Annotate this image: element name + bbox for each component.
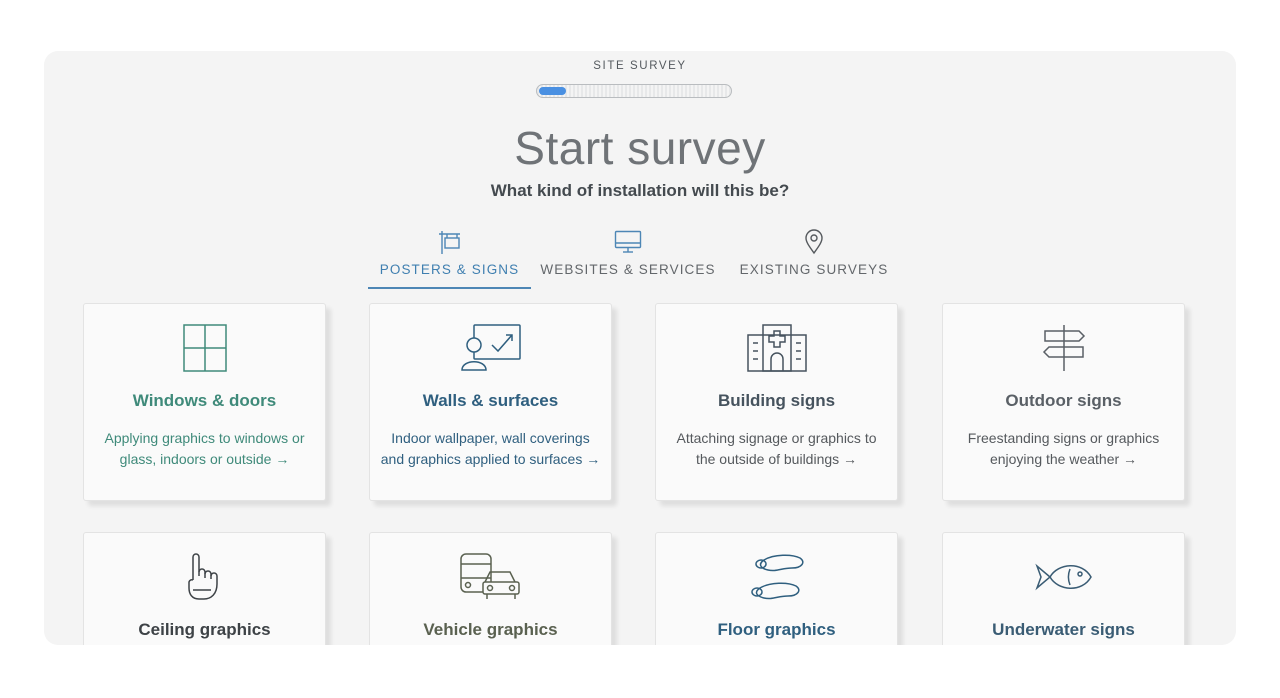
card-description: Indoor wallpaper, wall coverings and gra… xyxy=(380,428,601,470)
progress-bar-fill xyxy=(539,87,567,95)
hospital-building-icon xyxy=(656,322,897,374)
signpost-icon xyxy=(943,322,1184,374)
arrow-right-icon: → xyxy=(586,451,601,467)
card-windows-doors[interactable]: Windows & doors Applying graphics to win… xyxy=(83,303,326,501)
survey-label: SITE SURVEY xyxy=(593,60,687,72)
card-title: Floor graphics xyxy=(717,620,836,639)
tab-existing-surveys[interactable]: EXISTING SURVEYS xyxy=(739,227,889,289)
card-outdoor-signs[interactable]: Outdoor signs Freestanding signs or grap… xyxy=(942,303,1185,501)
card-description: Freestanding signs or graphics enjoying … xyxy=(953,428,1174,470)
pointing-hand-icon xyxy=(84,551,325,603)
tab-websites-services[interactable]: WEBSITES & SERVICES xyxy=(540,227,715,289)
footprints-icon xyxy=(656,551,897,603)
page-subtitle: What kind of installation will this be? xyxy=(490,181,790,200)
card-title: Vehicle graphics xyxy=(423,620,558,639)
monitor-icon xyxy=(614,227,642,257)
card-vehicle-graphics[interactable]: Vehicle graphics xyxy=(369,532,612,645)
card-description: Attaching signage or graphics to the out… xyxy=(666,428,887,470)
category-tabs: POSTERS & SIGNS WEBSITES & SERVICES EXIS… xyxy=(44,227,1236,289)
tab-label: EXISTING SURVEYS xyxy=(739,262,889,277)
progress-bar xyxy=(536,84,732,98)
card-floor-graphics[interactable]: Floor graphics xyxy=(655,532,898,645)
card-description-text: Indoor wallpaper, wall coverings and gra… xyxy=(380,430,590,467)
window-icon xyxy=(84,322,325,374)
card-title: Building signs xyxy=(717,391,836,410)
location-pin-icon xyxy=(804,227,824,257)
page-title: Start survey xyxy=(514,122,766,174)
card-ceiling-graphics[interactable]: Ceiling graphics xyxy=(83,532,326,645)
tab-label: POSTERS & SIGNS xyxy=(379,262,520,277)
card-title: Windows & doors xyxy=(132,391,277,410)
card-title: Underwater signs xyxy=(992,620,1135,639)
card-title: Outdoor signs xyxy=(1005,391,1122,410)
arrow-right-icon: → xyxy=(1123,451,1138,467)
tab-posters-signs[interactable]: POSTERS & SIGNS xyxy=(368,227,531,289)
card-title: Ceiling graphics xyxy=(138,620,271,639)
poster-sign-icon xyxy=(438,227,462,257)
card-walls-surfaces[interactable]: Walls & surfaces Indoor wallpaper, wall … xyxy=(369,303,612,501)
arrow-right-icon: → xyxy=(843,451,858,467)
card-underwater-signs[interactable]: Underwater signs xyxy=(942,532,1185,645)
arrow-right-icon: → xyxy=(275,451,290,467)
card-title: Walls & surfaces xyxy=(422,391,559,410)
vehicles-icon xyxy=(370,551,611,603)
survey-panel: SITE SURVEY Start survey What kind of in… xyxy=(44,51,1236,645)
card-description: Applying graphics to windows or glass, i… xyxy=(94,428,315,470)
presenter-board-icon xyxy=(370,322,611,374)
tab-label: WEBSITES & SERVICES xyxy=(540,262,716,277)
fish-icon xyxy=(943,551,1184,603)
card-building-signs[interactable]: Building signs Attaching signage or grap… xyxy=(655,303,898,501)
